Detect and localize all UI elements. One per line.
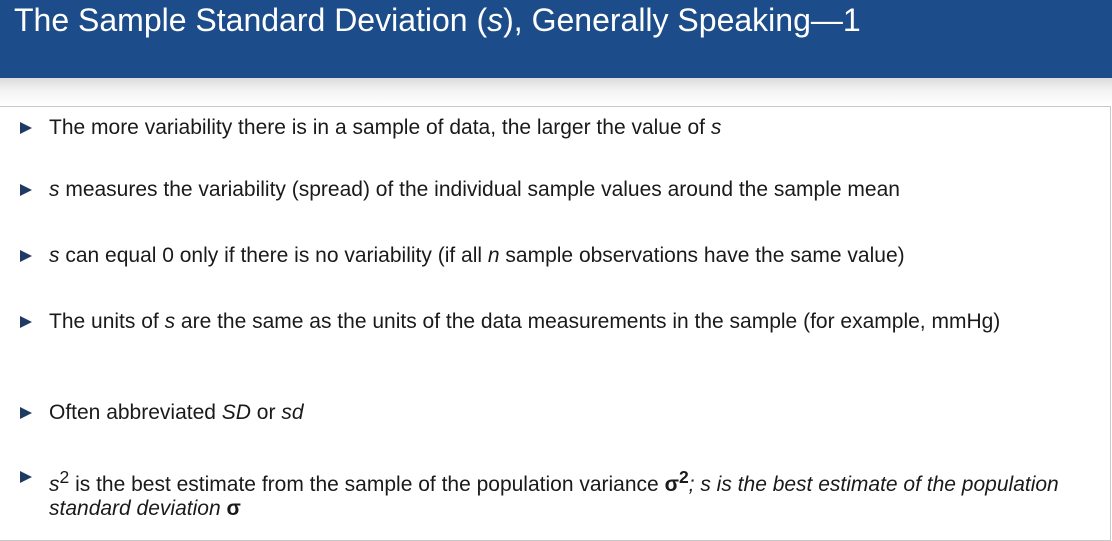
triangle-right-icon: [20, 122, 32, 134]
bullet-text: s measures the variability (spread) of t…: [49, 178, 900, 201]
title-text-start: The Sample Standard Deviation (: [14, 2, 488, 38]
bullet-text: The more variability there is in a sampl…: [49, 116, 722, 139]
title-variable: s: [487, 2, 504, 38]
title-text-end: ), Generally Speaking—1: [503, 2, 861, 38]
bullet-text: s2 is the best estimate from the sample …: [49, 467, 1059, 520]
triangle-right-icon: [20, 471, 32, 483]
triangle-right-icon: [20, 250, 32, 262]
triangle-right-icon: [20, 407, 32, 419]
triangle-right-icon: [20, 184, 32, 196]
title-bar: The Sample Standard Deviation (s), Gener…: [0, 0, 1112, 78]
bullet-text: s can equal 0 only if there is no variab…: [49, 244, 905, 267]
triangle-right-icon: [20, 316, 32, 328]
bullet-text: Often abbreviated SD or sd: [49, 401, 304, 424]
bullet-text: The units of s are the same as the units…: [49, 310, 1001, 333]
slide-content: The more variability there is in a sampl…: [0, 106, 1111, 541]
slide-title: The Sample Standard Deviation (s), Gener…: [14, 1, 861, 39]
header-shadow-band: [0, 78, 1112, 106]
